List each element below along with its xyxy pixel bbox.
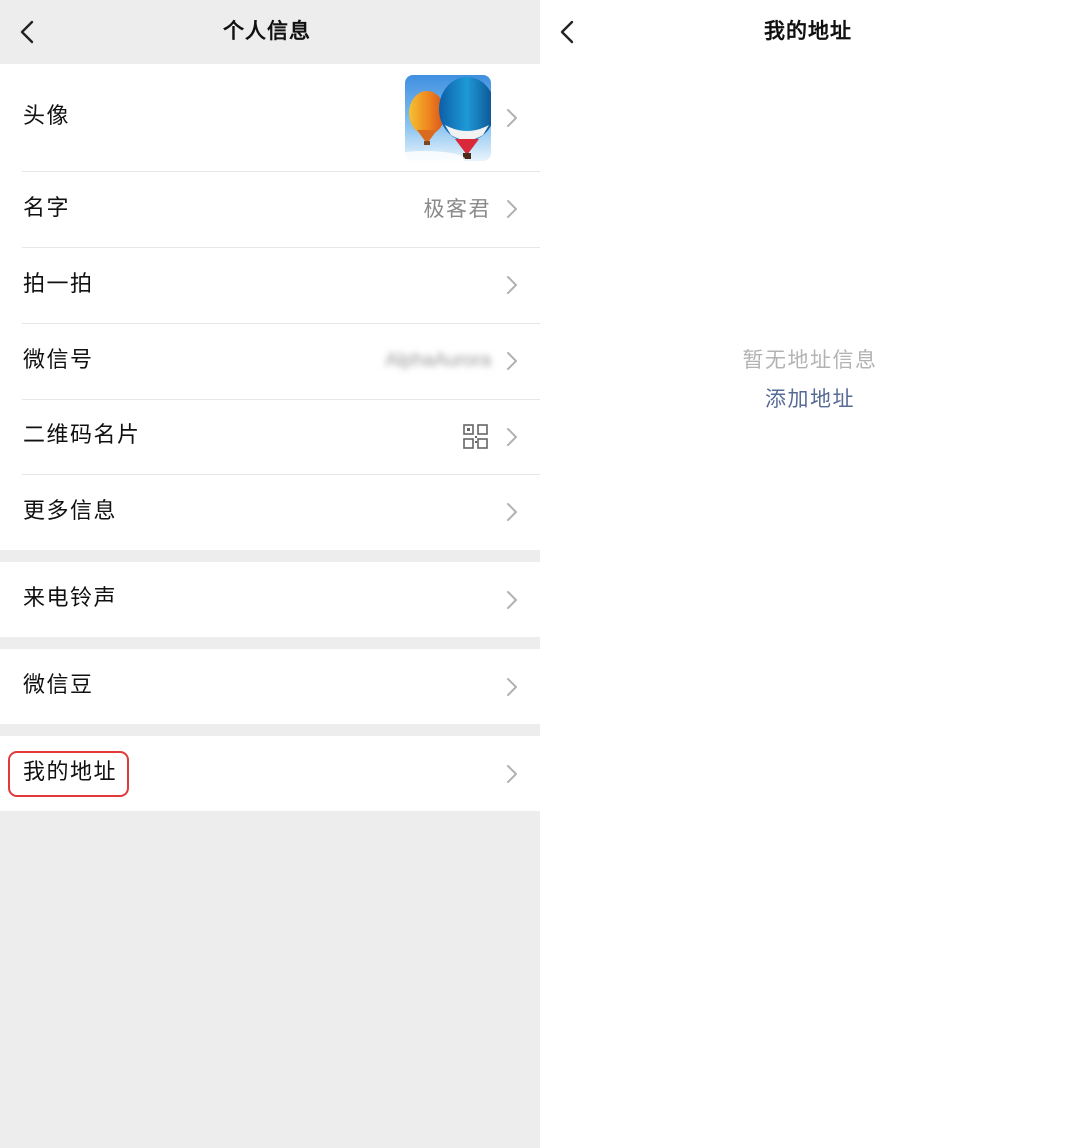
row-wechat-beans[interactable]: 微信豆 — [0, 649, 540, 724]
row-pat[interactable]: 拍一拍 — [0, 248, 540, 323]
row-qr-card[interactable]: 二维码名片 — [0, 400, 540, 474]
row-name[interactable]: 名字 极客君 — [0, 172, 540, 247]
row-label: 头像 — [23, 104, 71, 129]
row-label: 更多信息 — [23, 499, 118, 524]
row-label: 来电铃声 — [23, 586, 118, 611]
chevron-right-icon — [507, 352, 517, 370]
row-more-info[interactable]: 更多信息 — [0, 475, 540, 550]
chevron-right-icon — [507, 200, 517, 218]
chevron-right-icon — [507, 428, 517, 446]
chevron-right-icon — [507, 503, 517, 521]
row-label: 二维码名片 — [23, 423, 141, 448]
name-value: 极客君 — [423, 197, 491, 221]
row-label: 拍一拍 — [23, 272, 94, 297]
address-navbar: 我的地址 — [540, 0, 1080, 64]
row-label: 微信号 — [23, 348, 94, 373]
avatar[interactable] — [405, 75, 491, 161]
row-wechat-id[interactable]: 微信号 AlphaAurora — [0, 324, 540, 399]
row-label: 微信豆 — [23, 673, 94, 698]
empty-state-text: 暂无地址信息 — [742, 348, 878, 372]
chevron-right-icon — [507, 109, 517, 127]
page-title: 个人信息 — [223, 18, 311, 43]
personal-info-screen: 个人信息 头像 名字 极客君 拍一拍 微信号 AlphaAurora 二维码名片… — [0, 0, 540, 1148]
chevron-right-icon — [507, 678, 517, 696]
qr-code-icon — [463, 424, 488, 449]
add-address-link[interactable]: 添加地址 — [540, 383, 1080, 413]
chevron-right-icon — [507, 276, 517, 294]
row-ringtone[interactable]: 来电铃声 — [0, 562, 540, 637]
chevron-right-icon — [507, 591, 517, 609]
personal-info-navbar: 个人信息 — [0, 0, 540, 64]
row-label: 名字 — [23, 196, 71, 221]
page-title: 我的地址 — [764, 18, 852, 43]
row-label: 我的地址 — [23, 760, 118, 785]
row-my-address[interactable]: 我的地址 — [0, 736, 540, 811]
my-address-screen: 我的地址 暂无地址信息 添加地址 — [540, 0, 1080, 1148]
chevron-right-icon — [507, 765, 517, 783]
wechat-id-value: AlphaAurora — [385, 350, 491, 371]
